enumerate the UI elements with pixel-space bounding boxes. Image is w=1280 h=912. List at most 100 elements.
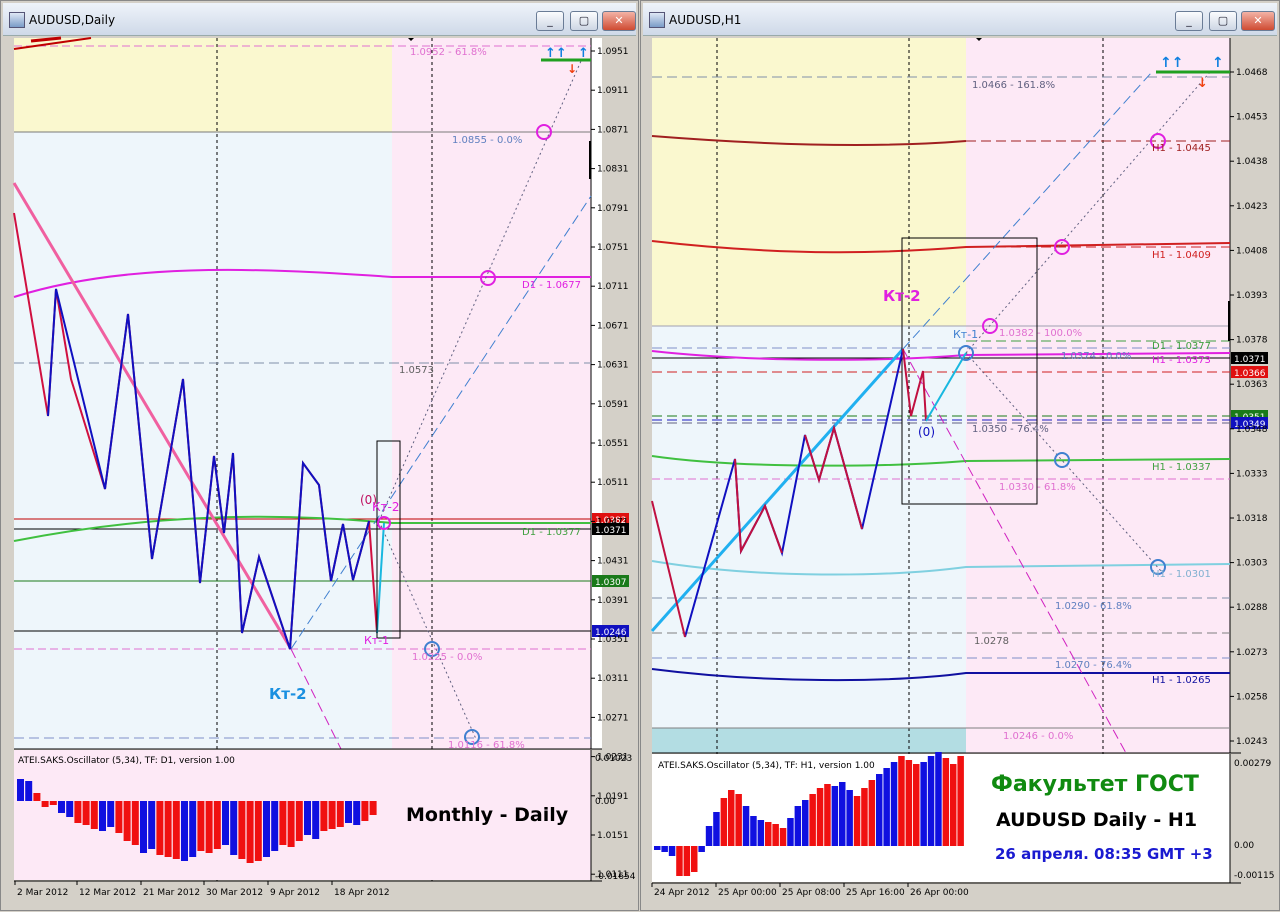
point-label: Кт-2 [269, 685, 307, 703]
price-tick-label: 1.0751 [597, 243, 629, 253]
price-tick-label: 1.0151 [597, 831, 629, 841]
price-tick-label: 1.0303 [1236, 559, 1268, 569]
histogram-bar [148, 801, 156, 849]
price-tick-label: 1.0551 [597, 439, 629, 449]
yellow-zone [652, 38, 966, 326]
caption-date: 26 апреля. 08:35 GMT +3 [995, 845, 1213, 863]
caption-faculty: Факультет ГОСТ [991, 772, 1199, 797]
price-tick-label: 1.0318 [1236, 514, 1268, 524]
price-tick-label: 1.0431 [597, 557, 629, 567]
histogram-bar [876, 774, 883, 846]
point-label: Кт-1 [364, 634, 389, 647]
price-tick-label: 1.0288 [1236, 603, 1268, 613]
histogram-bar [172, 801, 180, 859]
fib-label: 1.0855 - 0.0% [452, 135, 522, 146]
histogram-bar [668, 846, 676, 856]
histogram-bar [230, 801, 238, 855]
chart-window-h1[interactable]: AUDUSD,H1 _ ▢ ✕ ↑↑ ↑ ↓ 1.0466 - 161.8% H… [640, 0, 1280, 911]
histogram-bar [802, 800, 809, 846]
up-arrow-icon: ↑ [578, 46, 589, 61]
ma-label: D1 - 1.0677 [522, 280, 581, 291]
osc-scale-max: 0.00279 [1234, 759, 1271, 769]
histogram-bar [345, 801, 352, 823]
fib-label: 1.0466 - 161.8% [972, 80, 1055, 91]
price-tick-label: 1.0243 [1236, 737, 1268, 747]
date-label: 30 Mar 2012 [206, 888, 263, 898]
daily-chart-canvas[interactable]: ↑↑ ↑ ↓ 1.0952 - 61.8% 1.0855 - 0.0% D1 -… [1, 1, 640, 912]
price-tick-label: 1.0438 [1236, 157, 1268, 167]
histogram-bar [123, 801, 131, 841]
histogram-bar [25, 781, 33, 801]
histogram-bar [927, 756, 935, 846]
date-label: 21 Mar 2012 [143, 888, 200, 898]
histogram-bar [868, 780, 876, 846]
ma-label: D1 - 1.0377 [1152, 341, 1211, 352]
fib-label: 1.0225 - 0.0% [412, 652, 482, 663]
histogram-bar [82, 801, 90, 825]
up-arrow-icon: ↑ [1212, 55, 1224, 71]
histogram-bar [765, 822, 772, 846]
chart-caption: Monthly - Daily [406, 804, 569, 826]
price-flag-label: 1.0307 [595, 578, 627, 588]
chart-window-daily[interactable]: AUDUSD,Daily _ ▢ ✕ ↑↑ ↑ ↓ 1.0952 - 61.8%… [0, 0, 639, 911]
histogram-bar [115, 801, 123, 833]
level-label: 1.0573 [399, 365, 434, 376]
histogram-bar [839, 782, 846, 846]
histogram-bar [246, 801, 254, 863]
histogram-bar [361, 801, 369, 821]
histogram-bar [49, 801, 57, 805]
histogram-bar [942, 758, 950, 846]
histogram-bar [353, 801, 361, 825]
price-tick-label: 1.0348 [1236, 425, 1268, 435]
caption-pair: AUDUSD Daily - H1 [996, 809, 1197, 831]
price-tick-label: 1.0258 [1236, 692, 1268, 702]
histogram-bar [140, 801, 147, 853]
down-arrow-icon: ↓ [1197, 76, 1208, 91]
price-tick-label: 1.0231 [597, 753, 629, 763]
fib-label: 1.0330 - 61.8% [999, 482, 1076, 493]
time-axis: 24 Apr 2012 25 Apr 00:00 25 Apr 08:00 25 Ap… [651, 883, 969, 898]
price-tick-label: 1.0671 [597, 321, 629, 331]
date-label: 26 Apr 00:00 [910, 888, 969, 898]
price-tick-label: 1.0871 [597, 125, 629, 135]
ma-label: D1 - 1.0377 [522, 527, 581, 538]
price-tick-label: 1.0423 [1236, 202, 1268, 212]
histogram-bar [189, 801, 197, 857]
point-label: Кт-2 [372, 500, 399, 514]
ma-label: H1 - 1.0337 [1152, 462, 1211, 473]
histogram-bar [131, 801, 139, 845]
histogram-bar [846, 790, 853, 846]
histogram-bar [728, 790, 735, 846]
price-labels: 1.0468 1.0453 1.0438 1.0423 1.0408 1.0393 1.03… [1230, 68, 1268, 747]
histogram-bar [898, 756, 905, 846]
price-flags: 1.03711.03661.03511.0349 [1231, 352, 1268, 430]
fib-label: 1.0382 - 100.0% [999, 328, 1082, 339]
histogram-bar [935, 752, 942, 846]
histogram-bar [713, 812, 720, 846]
histogram-bar [17, 779, 24, 801]
oscillator-label: ATEI.SAKS.Oscillator (5,34), TF: D1, ver… [18, 756, 235, 766]
histogram-bar [913, 764, 920, 846]
fib-label: 1.0952 - 61.8% [410, 47, 487, 58]
price-tick-label: 1.0453 [1236, 113, 1268, 123]
point-label: Кт-1 [953, 328, 978, 341]
histogram-bar [787, 818, 794, 846]
histogram-bar [58, 801, 65, 813]
price-tick-label: 1.0351 [597, 635, 629, 645]
price-tick-label: 1.0111 [597, 870, 629, 880]
histogram-bar [279, 801, 287, 845]
price-tick-label: 1.0631 [597, 361, 629, 371]
histogram-bar [99, 801, 106, 831]
histogram-bar [107, 801, 115, 827]
histogram-bar [831, 786, 839, 846]
histogram-bar [676, 846, 683, 876]
point-label: (0) [918, 425, 935, 439]
histogram-bar [683, 846, 691, 876]
histogram-bar [654, 846, 661, 850]
up-arrow-icon: ↑↑ [1160, 55, 1183, 71]
price-flag-label: 1.0366 [1234, 369, 1266, 379]
point-label: Кт-2 [883, 287, 921, 305]
histogram-bar [824, 784, 831, 846]
date-label: 25 Apr 00:00 [718, 888, 777, 898]
h1-chart-canvas[interactable]: ↑↑ ↑ ↓ 1.0466 - 161.8% H1 - 1.0445 H1 - … [641, 1, 1280, 912]
